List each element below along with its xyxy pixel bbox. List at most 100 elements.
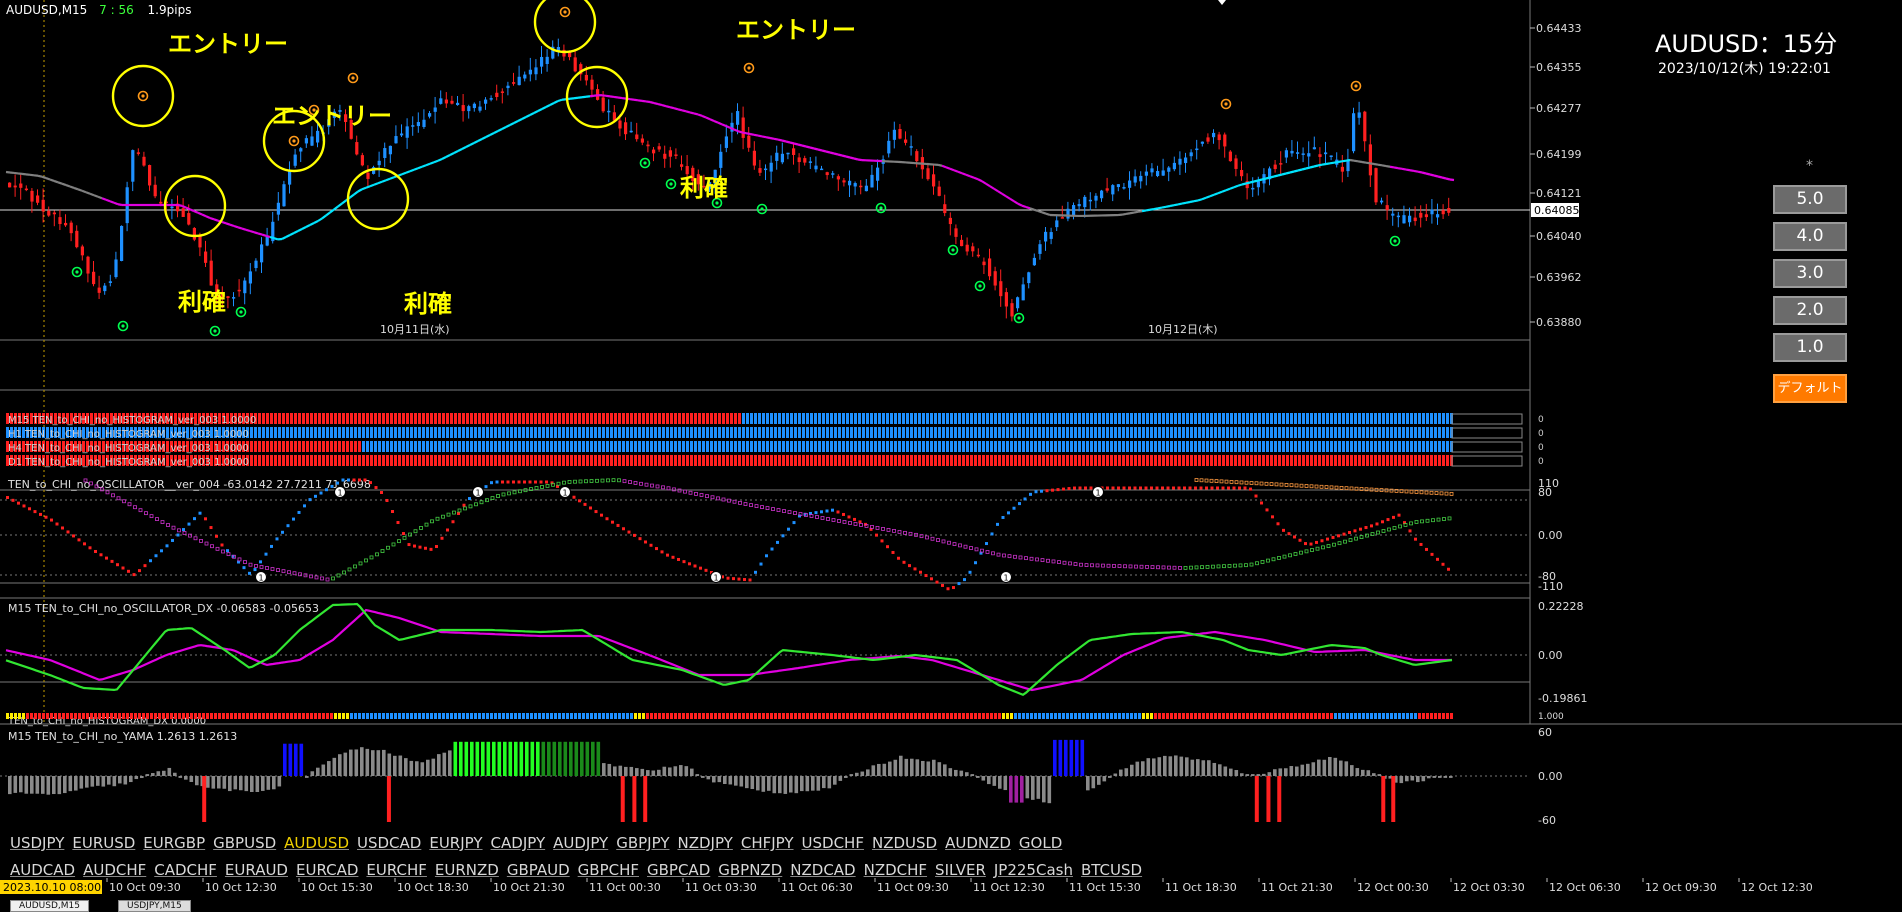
symbol-button-cadjpy[interactable]: CADJPY bbox=[491, 834, 546, 852]
osc-fast-dot bbox=[1084, 487, 1087, 490]
histogram-dx-bar bbox=[1242, 713, 1245, 719]
symbol-button-eurusd[interactable]: EURUSD bbox=[72, 834, 135, 852]
histogram-bar-h1 bbox=[782, 427, 785, 438]
histogram-bar-d1 bbox=[474, 455, 477, 466]
symbol-button-usdchf[interactable]: USDCHF bbox=[802, 834, 864, 852]
histogram-dx-bar bbox=[966, 713, 969, 719]
histogram-bar-d1 bbox=[502, 455, 505, 466]
histogram-dx-bar bbox=[866, 713, 869, 719]
yama-bar bbox=[333, 758, 337, 776]
candle-body bbox=[915, 151, 918, 161]
histogram-dx-bar bbox=[450, 713, 453, 719]
symbol-button-euraud[interactable]: EURAUD bbox=[225, 861, 288, 879]
symbol-button-nzdjpy[interactable]: NZDJPY bbox=[677, 834, 732, 852]
symbol-button-audjpy[interactable]: AUDJPY bbox=[553, 834, 608, 852]
symbol-button-audcad[interactable]: AUDCAD bbox=[10, 861, 75, 879]
osc-fast-dot bbox=[897, 557, 900, 560]
histogram-bar-m15 bbox=[290, 413, 293, 424]
symbol-button-audnzd[interactable]: AUDNZD bbox=[945, 834, 1011, 852]
symbol-button-eurchf[interactable]: EURCHF bbox=[366, 861, 427, 879]
yama-bar bbox=[1064, 740, 1068, 776]
osc-fast-dot bbox=[50, 519, 53, 522]
chart-canvas[interactable]: 0.644330.643550.642770.641990.641210.640… bbox=[0, 0, 1902, 910]
histogram-bar-d1 bbox=[1214, 455, 1217, 466]
histogram-bar-d1 bbox=[986, 455, 989, 466]
zoom-button-5[interactable]: 5.0 bbox=[1773, 185, 1847, 214]
histogram-bar-d1 bbox=[1122, 455, 1125, 466]
histogram-bar-h4 bbox=[1002, 441, 1005, 452]
histogram-bar-d1 bbox=[1246, 455, 1249, 466]
symbol-button-silver[interactable]: SILVER bbox=[935, 861, 986, 879]
osc-fast-dot bbox=[617, 524, 620, 527]
symbol-button-gbpcad[interactable]: GBPCAD bbox=[647, 861, 710, 879]
histogram-bar-m15 bbox=[1362, 413, 1365, 424]
symbol-button-gbpaud[interactable]: GBPAUD bbox=[507, 861, 570, 879]
histogram-bar-h1 bbox=[806, 427, 809, 438]
symbol-button-usdcad[interactable]: USDCAD bbox=[357, 834, 421, 852]
tab-audusd[interactable]: AUDUSD,M15 bbox=[10, 900, 89, 912]
symbol-button-nzdchf[interactable]: NZDCHF bbox=[864, 861, 927, 879]
histogram-bar-d1 bbox=[1266, 455, 1269, 466]
symbol-button-audusd[interactable]: AUDUSD bbox=[284, 834, 349, 852]
histogram-bar-h4 bbox=[690, 441, 693, 452]
zoom-button-2[interactable]: 2.0 bbox=[1773, 296, 1847, 325]
histogram-bar-h4 bbox=[1102, 441, 1105, 452]
histogram-bar-h1 bbox=[766, 427, 769, 438]
symbol-button-usdjpy[interactable]: USDJPY bbox=[10, 834, 64, 852]
yama-bar bbox=[256, 776, 260, 792]
histogram-bar-m15 bbox=[318, 413, 321, 424]
symbol-button-jp225cash[interactable]: JP225Cash bbox=[994, 861, 1073, 879]
histogram-bar-m15 bbox=[598, 413, 601, 424]
symbol-button-gbpjpy[interactable]: GBPJPY bbox=[616, 834, 669, 852]
current-price-value: 0.64085 bbox=[1534, 204, 1580, 217]
histogram-bar-m15 bbox=[494, 413, 497, 424]
zoom-button-3[interactable]: 3.0 bbox=[1773, 259, 1847, 288]
histogram-bar-m15 bbox=[1334, 413, 1337, 424]
histogram-bar-d1 bbox=[706, 455, 709, 466]
symbol-button-audchf[interactable]: AUDCHF bbox=[83, 861, 146, 879]
symbol-button-cadchf[interactable]: CADCHF bbox=[154, 861, 217, 879]
symbol-button-eurnzd[interactable]: EURNZD bbox=[435, 861, 499, 879]
asterisk-icon: * bbox=[1806, 158, 1813, 174]
histogram-bar-h1 bbox=[1046, 427, 1049, 438]
osc-fast-dot bbox=[391, 510, 394, 513]
osc-fast-dot bbox=[952, 586, 955, 589]
moving-average-segment bbox=[1294, 171, 1298, 172]
symbol-button-gold[interactable]: GOLD bbox=[1019, 834, 1062, 852]
symbol-button-gbpusd[interactable]: GBPUSD bbox=[213, 834, 276, 852]
tab-usdjpy[interactable]: USDJPY,M15 bbox=[118, 900, 191, 912]
yama-bar bbox=[1213, 763, 1217, 776]
histogram-bar-h4 bbox=[594, 441, 597, 452]
take-profit-annotation: 利確 bbox=[178, 288, 226, 316]
symbol-button-chfjpy[interactable]: CHFJPY bbox=[741, 834, 794, 852]
symbol-button-nzdusd[interactable]: NZDUSD bbox=[872, 834, 937, 852]
histogram-dx-bar bbox=[398, 713, 401, 719]
histogram-bar-d1 bbox=[606, 455, 609, 466]
histogram-bar-h1 bbox=[566, 427, 569, 438]
histogram-bar-h1 bbox=[1234, 427, 1237, 438]
candle-body bbox=[316, 131, 319, 143]
yama-bar bbox=[575, 742, 579, 776]
symbol-button-nzdcad[interactable]: NZDCAD bbox=[790, 861, 855, 879]
yama-bar bbox=[597, 742, 601, 776]
histogram-bar-d1 bbox=[354, 455, 357, 466]
zoom-button-4[interactable]: 4.0 bbox=[1773, 222, 1847, 251]
histogram-bar-h4 bbox=[586, 441, 589, 452]
zoom-default-button[interactable]: デフォルト bbox=[1773, 374, 1847, 403]
symbol-button-gbpnzd[interactable]: GBPNZD bbox=[718, 861, 782, 879]
symbol-button-btcusd[interactable]: BTCUSD bbox=[1081, 861, 1142, 879]
zoom-button-1[interactable]: 1.0 bbox=[1773, 333, 1847, 362]
histogram-bar-d1 bbox=[450, 455, 453, 466]
symbol-button-eurjpy[interactable]: EURJPY bbox=[429, 834, 482, 852]
histogram-bar-h4 bbox=[982, 441, 985, 452]
symbol-button-eurgbp[interactable]: EURGBP bbox=[143, 834, 205, 852]
symbol-button-eurcad[interactable]: EURCAD bbox=[296, 861, 358, 879]
candle-body bbox=[1044, 232, 1047, 242]
symbol-button-gbpchf[interactable]: GBPCHF bbox=[578, 861, 639, 879]
osc-fast-dot bbox=[1299, 539, 1302, 542]
histogram-bar-d1 bbox=[826, 455, 829, 466]
histogram-dx-bar bbox=[1246, 713, 1249, 719]
histogram-bar-m15 bbox=[606, 413, 609, 424]
yama-bar bbox=[663, 767, 667, 776]
histogram-bar-h4 bbox=[918, 441, 921, 452]
